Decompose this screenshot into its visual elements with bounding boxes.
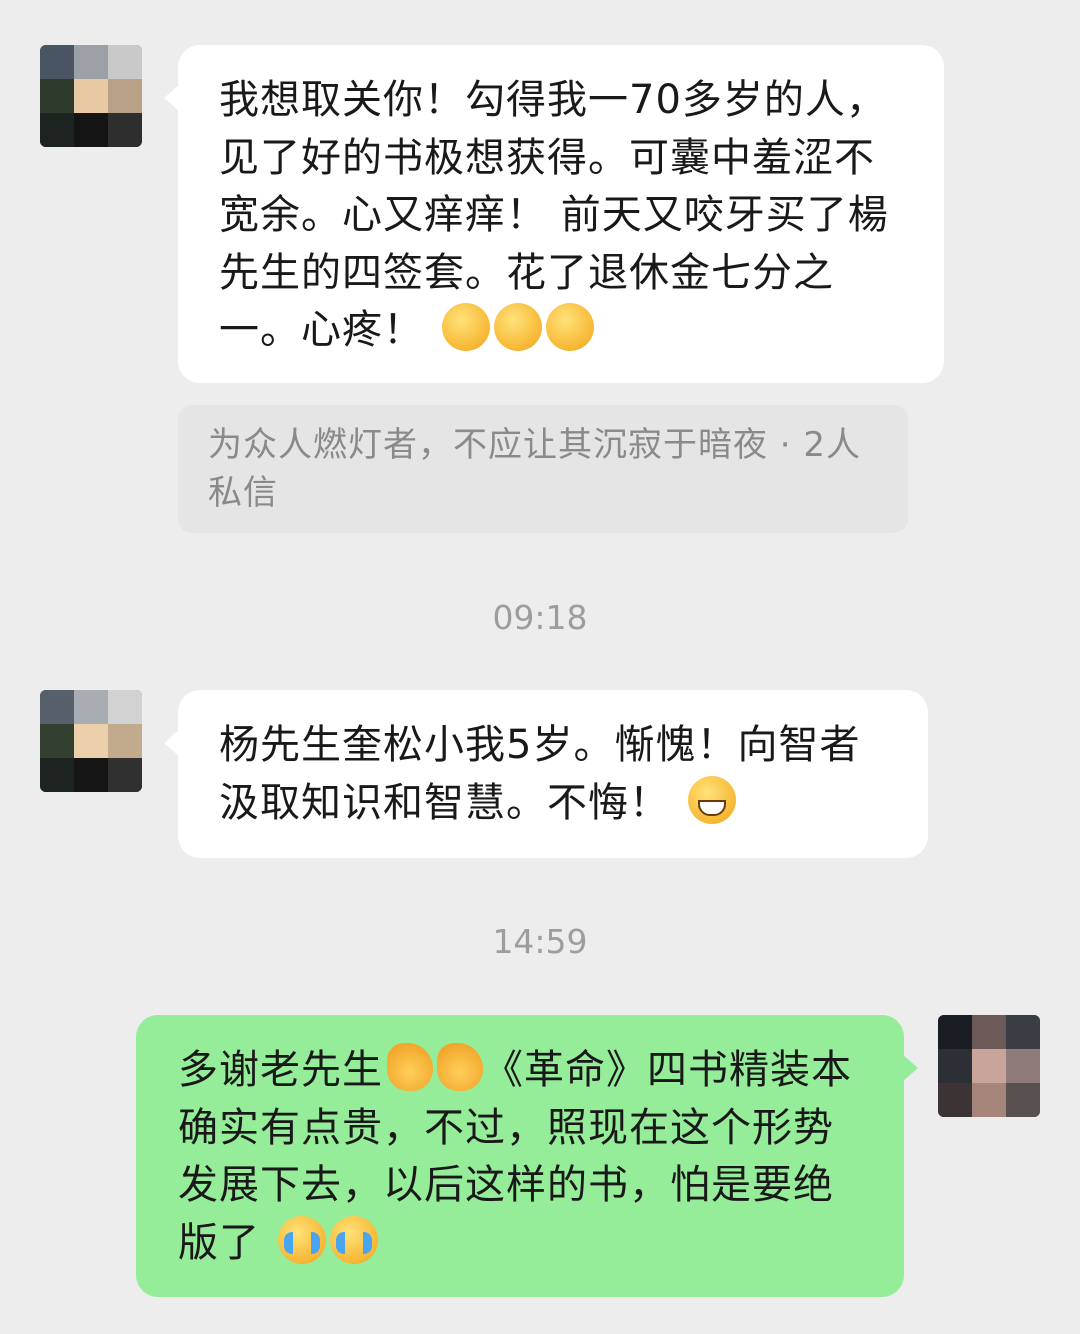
message-bubble-incoming[interactable]: 我想取关你！勾得我一70多岁的人，见了好的书极想获得。可囊中羞涩不宽余。心又痒痒… [164,45,944,383]
quoted-message[interactable]: 为众人燃灯者，不应让其沉寂于暗夜 · 2人私信 [178,405,908,533]
bubble-tail [164,85,179,111]
face-with-hand-over-mouth-icon [441,303,490,351]
contact-avatar[interactable] [40,690,142,792]
own-avatar[interactable] [938,1015,1040,1117]
face-with-hand-over-mouth-icon [545,303,594,351]
bubble-tail [903,1055,918,1081]
folded-hands-icon [437,1043,483,1091]
grinning-face-icon [687,775,736,824]
bubble-tail [164,730,179,756]
timestamp: 09:18 [492,598,588,637]
timestamp: 14:59 [492,922,588,961]
face-with-hand-over-mouth-icon [493,303,542,351]
loudly-crying-face-icon [329,1215,378,1264]
contact-avatar[interactable] [40,45,142,147]
message-text-part: 多谢老先生 [178,1047,383,1093]
loudly-crying-face-icon [277,1215,326,1264]
folded-hands-icon [387,1043,433,1091]
message-bubble-incoming[interactable]: 杨先生奎松小我5岁。惭愧！向智者汲取知识和智慧。不悔！ [164,690,928,858]
message-bubble-outgoing[interactable]: 多谢老先生 《革命》四书精装本确实有点贵，不过，照现在这个形势发展下去，以后这样的… [136,1015,918,1297]
quoted-message-text: 为众人燃灯者，不应让其沉寂于暗夜 · 2人私信 [208,425,862,513]
message-text: 杨先生奎松小我5岁。惭愧！向智者汲取知识和智慧。不悔！ [219,722,861,826]
